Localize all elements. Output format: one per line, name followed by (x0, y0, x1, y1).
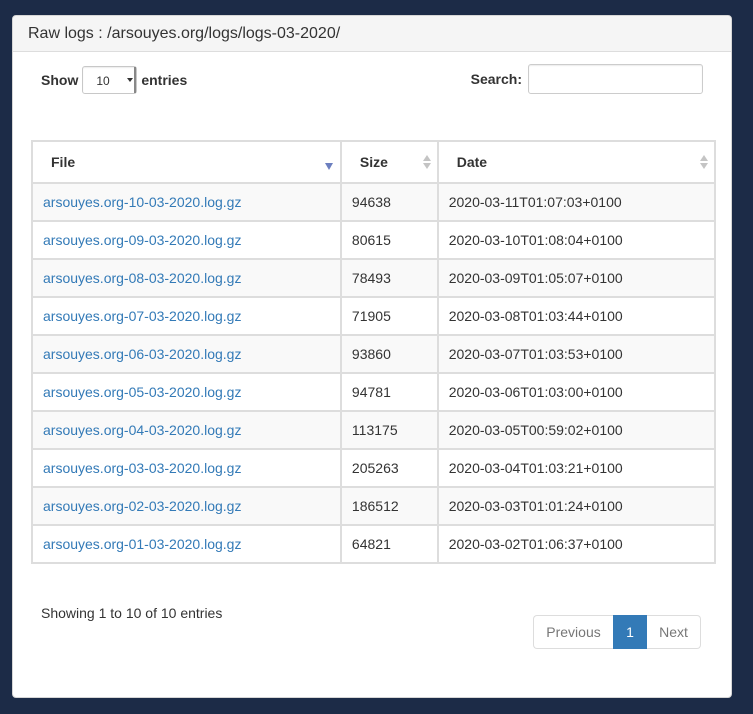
file-cell: arsouyes.org-08-03-2020.log.gz (31, 258, 342, 298)
entries-label: entries (141, 72, 188, 88)
file-cell: arsouyes.org-05-03-2020.log.gz (31, 372, 342, 412)
file-link[interactable]: arsouyes.org-09-03-2020.log.gz (43, 232, 241, 248)
show-label: Show (41, 72, 79, 88)
table-row: arsouyes.org-02-03-2020.log.gz 186512 2020… (31, 486, 717, 526)
table-row: arsouyes.org-05-03-2020.log.gz 94781 2020-… (31, 372, 717, 412)
table-header-row: File Size Date (31, 140, 717, 184)
table-row: arsouyes.org-09-03-2020.log.gz 80615 2020-… (31, 220, 717, 260)
sort-both-icon (422, 155, 431, 171)
table-info: Showing 1 to 10 of 10 entries (41, 605, 223, 621)
sort-descending-icon (324, 163, 333, 170)
size-cell: 64821 (339, 524, 439, 564)
file-cell: arsouyes.org-10-03-2020.log.gz (31, 182, 342, 222)
date-cell: 2020-03-09T01:05:07+0100 (436, 258, 717, 298)
date-cell: 2020-03-04T01:03:21+0100 (436, 448, 717, 488)
table-row: arsouyes.org-04-03-2020.log.gz 113175 2020… (31, 410, 717, 450)
next-button[interactable]: Next (647, 615, 701, 649)
size-cell: 71905 (339, 296, 439, 336)
date-cell: 2020-03-02T01:06:37+0100 (436, 524, 717, 564)
entries-select[interactable]: 10 (82, 66, 138, 94)
column-label: Date (456, 154, 488, 170)
size-cell: 205263 (339, 448, 439, 488)
panel-title: Raw logs : /arsouyes.org/logs/logs-03-20… (13, 16, 731, 52)
table-row: arsouyes.org-01-03-2020.log.gz 64821 2020-… (31, 524, 717, 564)
file-link[interactable]: arsouyes.org-02-03-2020.log.gz (43, 498, 241, 514)
file-cell: arsouyes.org-06-03-2020.log.gz (31, 334, 342, 374)
size-cell: 94638 (339, 182, 439, 222)
column-label: Size (359, 154, 388, 170)
table-row: arsouyes.org-07-03-2020.log.gz 71905 2020-… (31, 296, 717, 336)
file-cell: arsouyes.org-04-03-2020.log.gz (31, 410, 342, 450)
column-header-date[interactable]: Date (436, 140, 717, 184)
file-link[interactable]: arsouyes.org-07-03-2020.log.gz (43, 308, 241, 324)
column-header-size[interactable]: Size (339, 140, 439, 184)
date-cell: 2020-03-06T01:03:00+0100 (436, 372, 717, 412)
table-row: arsouyes.org-08-03-2020.log.gz 78493 2020-… (31, 258, 717, 298)
caret-down-icon (127, 78, 134, 82)
date-cell: 2020-03-03T01:01:24+0100 (436, 486, 717, 526)
table-row: arsouyes.org-03-03-2020.log.gz 205263 2020… (31, 448, 717, 488)
table-row: arsouyes.org-06-03-2020.log.gz 93860 2020-… (31, 334, 717, 374)
file-link[interactable]: arsouyes.org-04-03-2020.log.gz (43, 422, 241, 438)
column-label: File (51, 154, 76, 170)
table-row: arsouyes.org-10-03-2020.log.gz 94638 2020-… (31, 182, 717, 222)
size-cell: 80615 (339, 220, 439, 260)
file-link[interactable]: arsouyes.org-08-03-2020.log.gz (43, 270, 241, 286)
file-cell: arsouyes.org-07-03-2020.log.gz (31, 296, 342, 336)
date-cell: 2020-03-11T01:07:03+0100 (436, 182, 717, 222)
size-cell: 93860 (339, 334, 439, 374)
date-cell: 2020-03-10T01:08:04+0100 (436, 220, 717, 260)
file-cell: arsouyes.org-09-03-2020.log.gz (31, 220, 342, 260)
sort-both-icon (700, 155, 708, 171)
file-cell: arsouyes.org-02-03-2020.log.gz (31, 486, 342, 526)
select-edge (134, 67, 137, 93)
file-link[interactable]: arsouyes.org-03-03-2020.log.gz (43, 460, 241, 476)
file-link[interactable]: arsouyes.org-06-03-2020.log.gz (43, 346, 241, 362)
pagination: Previous 1 Next (533, 615, 701, 649)
column-header-file[interactable]: File (31, 140, 342, 184)
logs-panel: Raw logs : /arsouyes.org/logs/logs-03-20… (12, 15, 732, 698)
size-cell: 113175 (339, 410, 439, 450)
size-cell: 78493 (339, 258, 439, 298)
previous-button[interactable]: Previous (533, 615, 613, 649)
file-link[interactable]: arsouyes.org-05-03-2020.log.gz (43, 384, 241, 400)
entries-select-value: 10 (96, 74, 110, 88)
file-link[interactable]: arsouyes.org-10-03-2020.log.gz (43, 194, 241, 210)
search-control: Search: (471, 64, 703, 94)
entries-length-control: Show 10 entries (41, 65, 187, 95)
size-cell: 94781 (339, 372, 439, 412)
file-link[interactable]: arsouyes.org-01-03-2020.log.gz (43, 536, 241, 552)
search-label: Search: (470, 71, 522, 87)
search-input[interactable] (528, 64, 703, 94)
date-cell: 2020-03-07T01:03:53+0100 (436, 334, 717, 374)
file-cell: arsouyes.org-01-03-2020.log.gz (31, 524, 342, 564)
date-cell: 2020-03-08T01:03:44+0100 (436, 296, 717, 336)
file-cell: arsouyes.org-03-03-2020.log.gz (31, 448, 342, 488)
date-cell: 2020-03-05T00:59:02+0100 (436, 410, 717, 450)
logs-table: File Size Date arsouyes.org-10-03-2020.l… (31, 140, 717, 564)
page-1-button[interactable]: 1 (613, 615, 647, 649)
size-cell: 186512 (339, 486, 439, 526)
